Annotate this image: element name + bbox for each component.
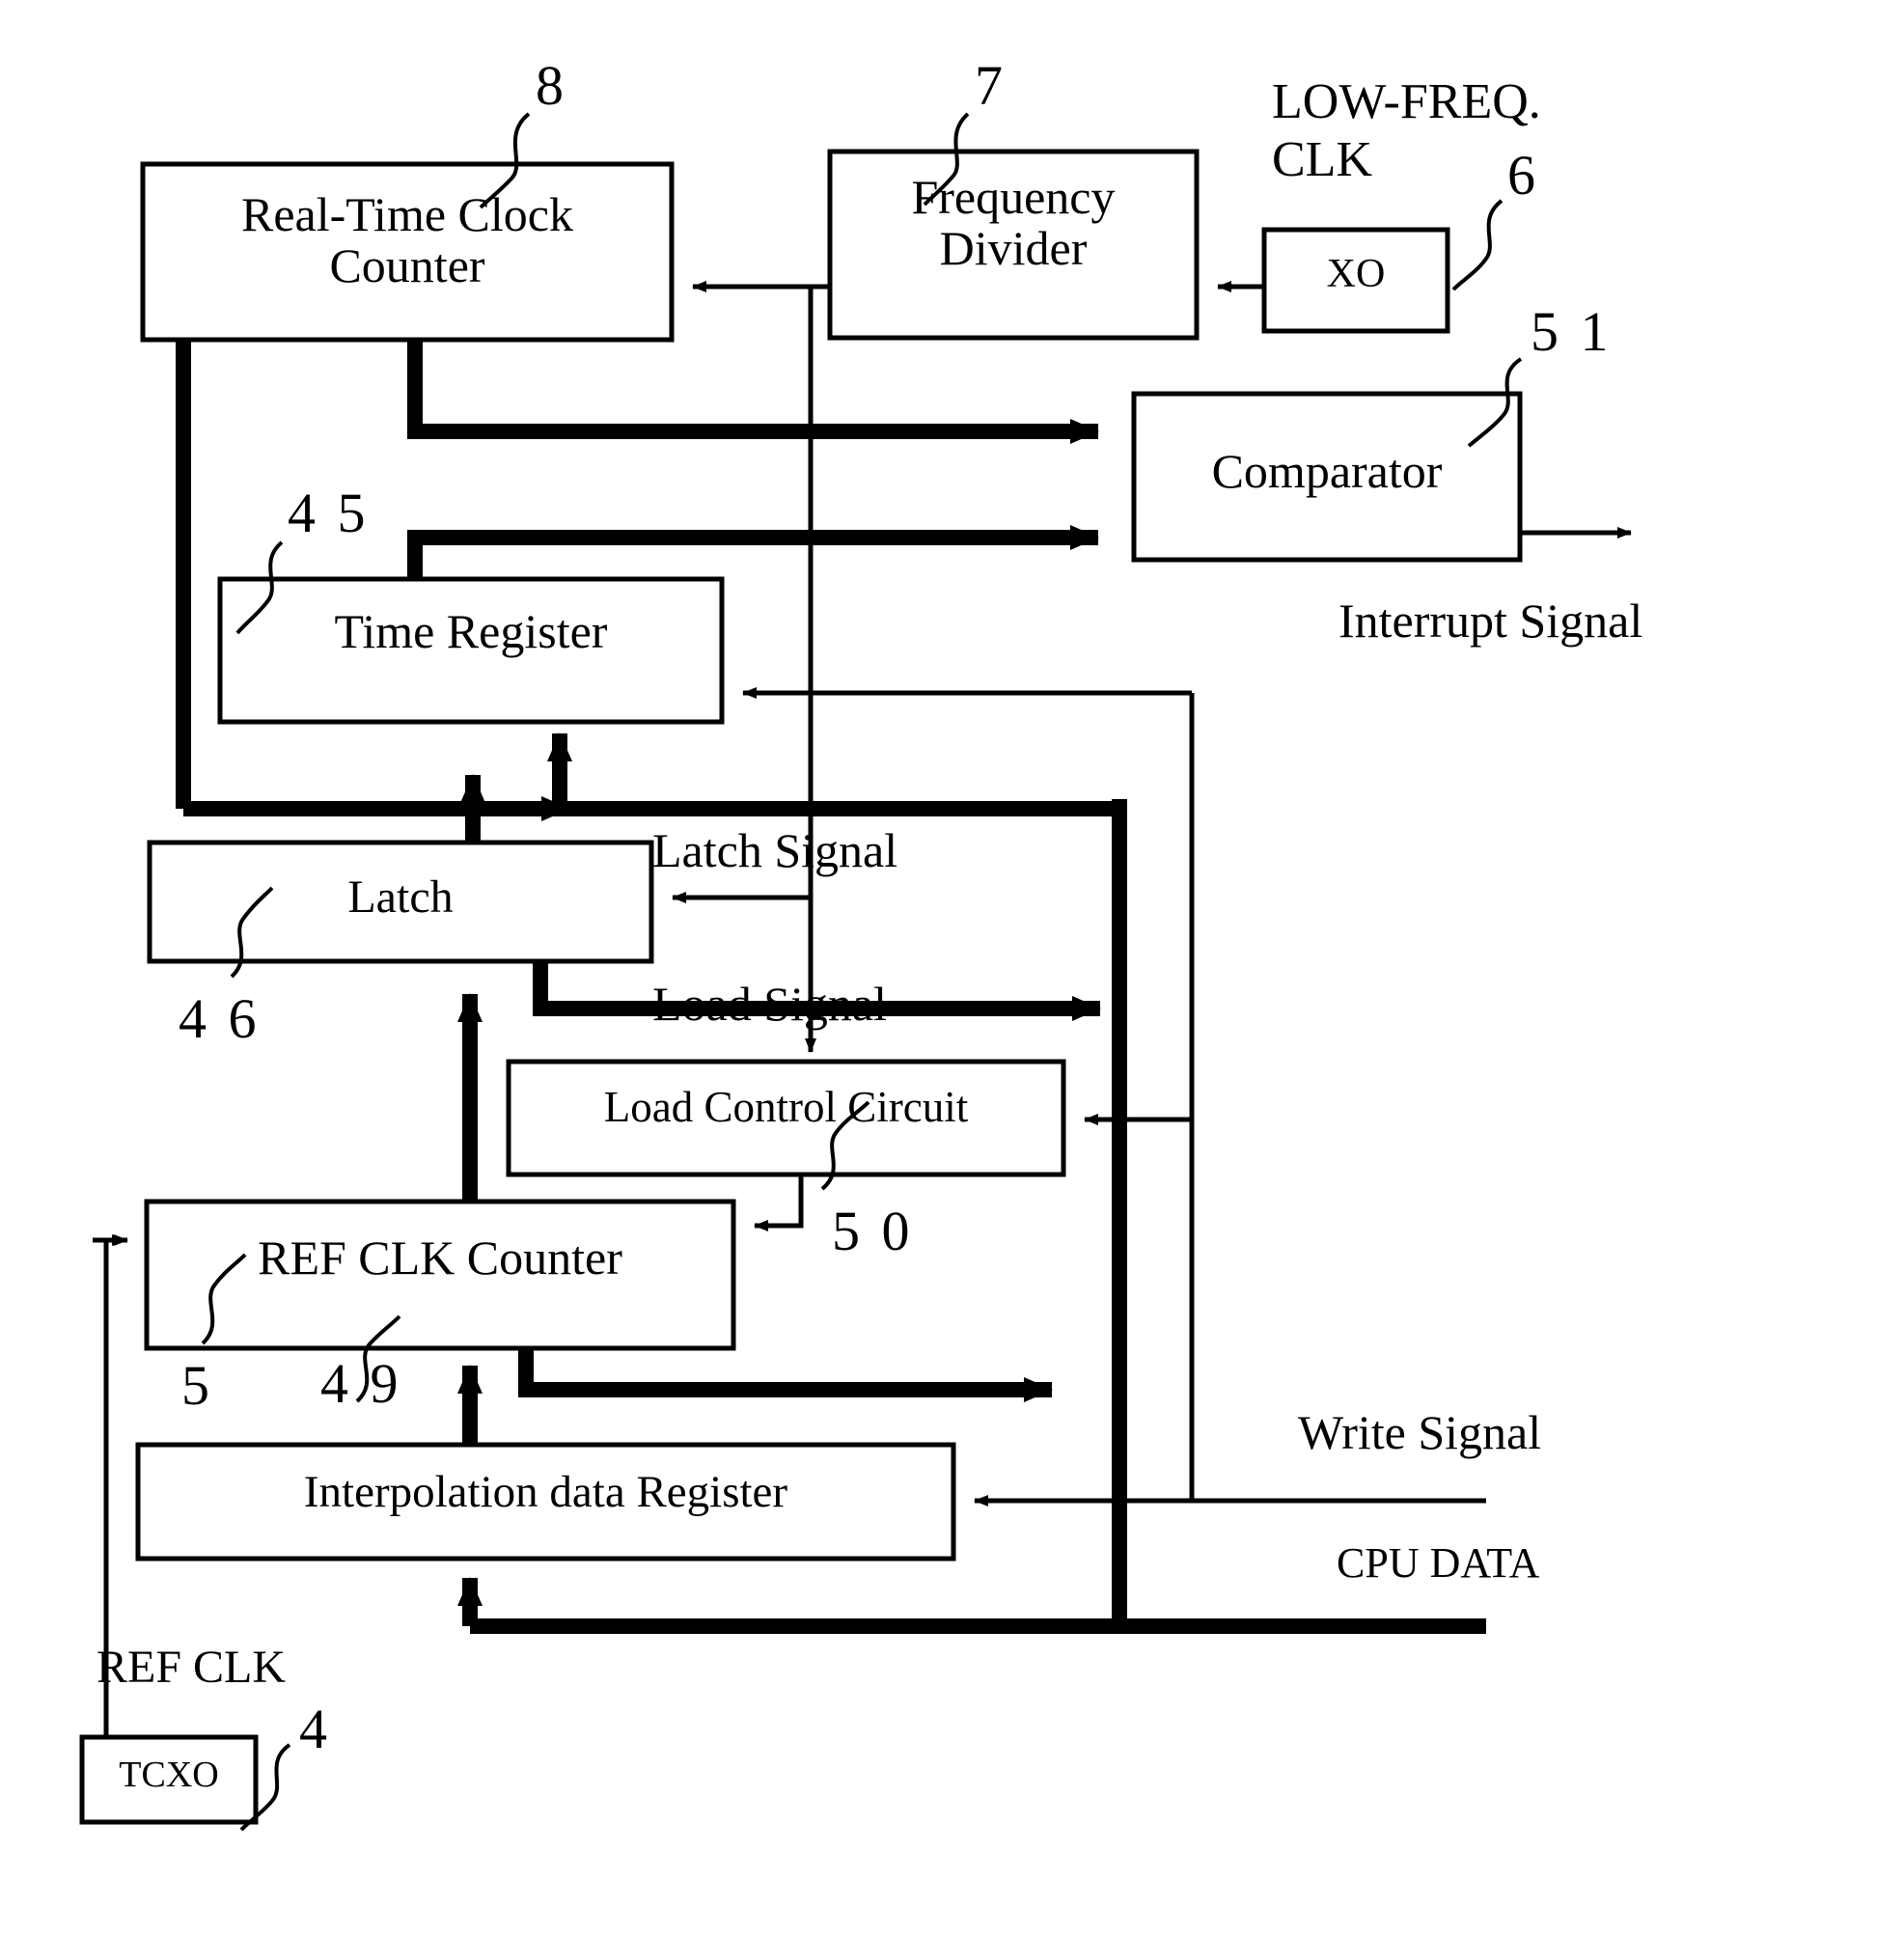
leader-8 — [479, 112, 531, 209]
ref-number-45: 4 5 — [288, 482, 370, 544]
leader-6 — [1451, 199, 1504, 291]
leader-4 — [239, 1743, 291, 1832]
leader-45 — [235, 540, 284, 635]
ref-number-8: 8 — [536, 54, 567, 117]
ref-number-50: 5 0 — [832, 1200, 914, 1262]
leader-5 — [201, 1253, 247, 1345]
ref-number-49: 4 9 — [320, 1352, 402, 1415]
patent-block-diagram: Real-Time Clock Counter Frequency Divide… — [0, 0, 1904, 1935]
ref-number-46: 4 6 — [179, 987, 261, 1050]
leader-51 — [1467, 357, 1523, 448]
ref-number-7: 7 — [975, 54, 1007, 117]
ref-number-5: 5 — [181, 1354, 213, 1417]
leader-46 — [230, 886, 274, 979]
leader-50 — [820, 1100, 870, 1191]
ref-number-6: 6 — [1507, 144, 1539, 207]
ref-number-51: 5 1 — [1531, 300, 1613, 363]
ref-number-4: 4 — [299, 1698, 331, 1760]
leader-7 — [923, 112, 970, 207]
reference-leaders — [201, 112, 1523, 1832]
